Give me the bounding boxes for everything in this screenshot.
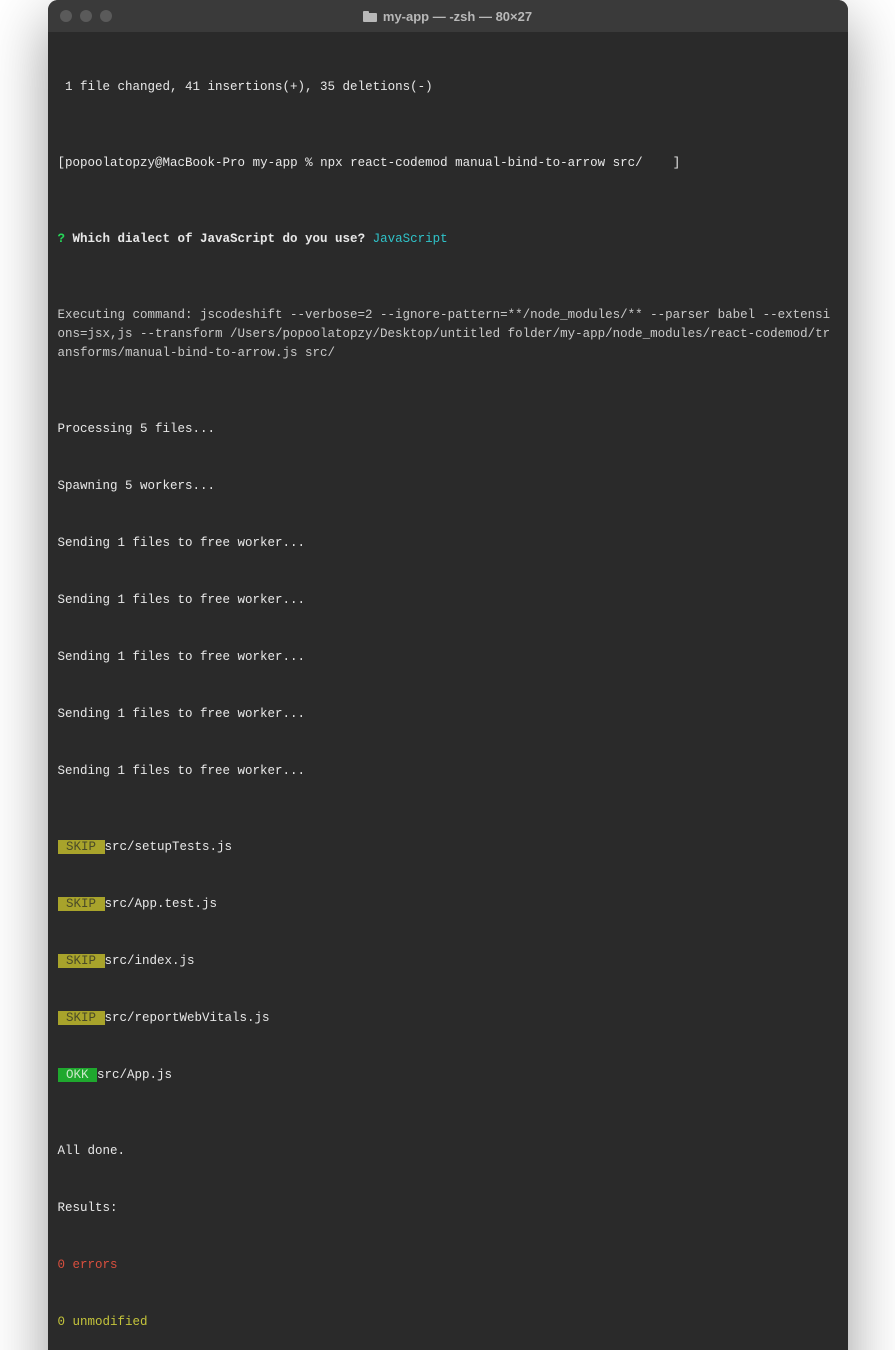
result-file: src/reportWebVitals.js [105, 1011, 270, 1025]
maximize-icon[interactable] [100, 10, 112, 22]
result-skip-3: SKIP src/index.js [58, 952, 838, 971]
result-skip-2: SKIP src/App.test.js [58, 895, 838, 914]
result-ok: OKK src/App.js [58, 1066, 838, 1085]
traffic-lights [60, 10, 112, 22]
terminal-output[interactable]: 1 file changed, 41 insertions(+), 35 del… [48, 32, 848, 1350]
titlebar: my-app — -zsh — 80×27 [48, 0, 848, 32]
bracket-open: [ [58, 156, 66, 170]
sending-line-4: Sending 1 files to free worker... [58, 705, 838, 724]
all-done: All done. [58, 1142, 838, 1161]
sending-line-3: Sending 1 files to free worker... [58, 648, 838, 667]
prompt-cwd: my-app [253, 156, 298, 170]
question-text: Which dialect of JavaScript do you use? [65, 232, 365, 246]
result-file: src/App.test.js [105, 897, 218, 911]
result-skip-1: SKIP src/setupTests.js [58, 838, 838, 857]
question-line: ? Which dialect of JavaScript do you use… [58, 230, 838, 249]
minimize-icon[interactable] [80, 10, 92, 22]
terminal-window: my-app — -zsh — 80×27 1 file changed, 41… [48, 0, 848, 1350]
question-mark-icon: ? [58, 232, 66, 246]
window-title: my-app — -zsh — 80×27 [383, 9, 532, 24]
window-title-wrap: my-app — -zsh — 80×27 [48, 9, 848, 24]
result-file: src/App.js [97, 1068, 172, 1082]
skip-badge: SKIP [58, 954, 105, 968]
spawning-line: Spawning 5 workers... [58, 477, 838, 496]
results-unmodified: 0 unmodified [58, 1313, 838, 1332]
skip-badge: SKIP [58, 840, 105, 854]
skip-badge: SKIP [58, 897, 105, 911]
prompt-symbol: % [305, 156, 313, 170]
prompt-user: popoolatopzy@MacBook-Pro [65, 156, 245, 170]
bracket-close: ] [673, 156, 681, 170]
command-line: [popoolatopzy@MacBook-Pro my-app % npx r… [58, 154, 838, 173]
sending-line-1: Sending 1 files to free worker... [58, 534, 838, 553]
result-file: src/index.js [105, 954, 195, 968]
sending-line-2: Sending 1 files to free worker... [58, 591, 838, 610]
close-icon[interactable] [60, 10, 72, 22]
skip-badge: SKIP [58, 1011, 105, 1025]
result-file: src/setupTests.js [105, 840, 233, 854]
typed-command: npx react-codemod manual-bind-to-arrow s… [320, 156, 643, 170]
question-answer: JavaScript [365, 232, 448, 246]
results-label: Results: [58, 1199, 838, 1218]
results-errors: 0 errors [58, 1256, 838, 1275]
result-skip-4: SKIP src/reportWebVitals.js [58, 1009, 838, 1028]
exec-command: Executing command: jscodeshift --verbose… [58, 306, 838, 363]
processing-line: Processing 5 files... [58, 420, 838, 439]
git-summary: 1 file changed, 41 insertions(+), 35 del… [58, 78, 838, 97]
folder-icon [363, 11, 377, 22]
sending-line-5: Sending 1 files to free worker... [58, 762, 838, 781]
ok-badge: OKK [58, 1068, 98, 1082]
